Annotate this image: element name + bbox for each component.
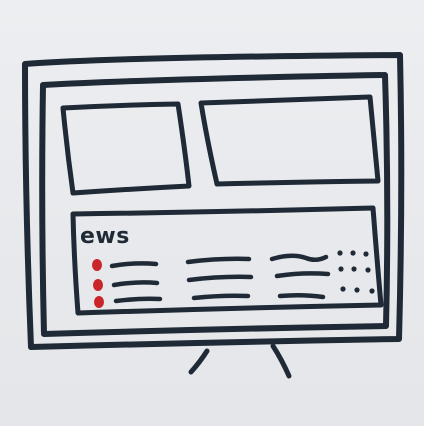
- row-text-line: [111, 280, 160, 288]
- sticky-note-paper: ews: [0, 0, 424, 426]
- row-text-line: [186, 274, 254, 283]
- monitor-wireframe-sketch: ews: [22, 52, 405, 379]
- action-dot: [363, 251, 369, 257]
- row-text-line: [191, 293, 251, 301]
- action-dot: [350, 250, 356, 256]
- top-right-content-box: [198, 94, 381, 187]
- row-status-dot: [92, 259, 102, 271]
- action-dot: [369, 288, 375, 294]
- action-dot: [337, 250, 343, 256]
- panel-title: ews: [80, 224, 130, 249]
- row-status-dot: [94, 296, 104, 308]
- stand-left-leg: [188, 348, 210, 375]
- row-text-line: [274, 271, 331, 279]
- row-text-line: [113, 296, 163, 304]
- action-dot: [354, 287, 360, 293]
- top-left-content-box: [60, 101, 192, 196]
- row-text-line: [185, 256, 252, 265]
- action-dot: [340, 286, 346, 292]
- row-text-line: [269, 253, 329, 262]
- action-dot: [351, 266, 357, 272]
- row-actions-dot-grid: [337, 250, 375, 294]
- action-dot: [365, 267, 371, 273]
- row-status-dot: [93, 279, 103, 291]
- row-text-line: [277, 292, 326, 300]
- action-dot: [338, 266, 344, 272]
- stand-right-leg: [270, 343, 292, 379]
- row-text-line: [109, 261, 159, 269]
